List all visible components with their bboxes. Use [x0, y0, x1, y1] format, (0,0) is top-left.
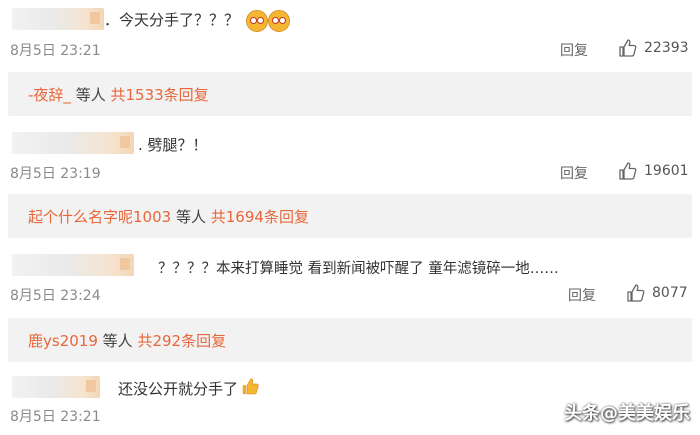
- thumbs-up-emoji-icon: [242, 378, 259, 395]
- reply-username[interactable]: 起个什么名字呢1003: [28, 208, 171, 226]
- comment-text: 还没公开就分手了: [118, 380, 239, 398]
- replies-summary[interactable]: 鹿ys2019 等人 共292条回复: [8, 318, 692, 362]
- like-button[interactable]: 19601: [618, 161, 689, 181]
- thumbs-up-icon: [619, 39, 637, 57]
- cat-face-emoji-icon: [268, 10, 290, 32]
- cat-face-emoji-icon: [246, 10, 268, 32]
- replies-summary[interactable]: 起个什么名字呢1003 等人 共1694条回复: [8, 194, 692, 238]
- comment-3: ？？？？本来打算睡觉 看到新闻被吓醒了 童年滤镜碎一地…… 8月5日 23:24…: [0, 242, 700, 362]
- reply-count[interactable]: 共292条回复: [137, 332, 226, 350]
- comment-1: ．今天分手了？？？ 8月5日 23:21 回复 22393 -夜辞_ 等人 共1…: [0, 0, 700, 116]
- reply-button[interactable]: 回复: [560, 40, 588, 60]
- comment-date: 8月5日 23:21: [10, 43, 101, 59]
- blurred-username: [12, 376, 100, 398]
- thumbs-up-icon: [619, 162, 637, 180]
- blurred-username: [12, 254, 134, 276]
- reply-button[interactable]: 回复: [568, 285, 596, 305]
- blurred-username: [12, 8, 104, 30]
- comment-date: 8月5日 23:24: [10, 288, 101, 304]
- like-count: 19601: [644, 163, 689, 179]
- comment-text: ？？？？本来打算睡觉 看到新闻被吓醒了 童年滤镜碎一地……: [158, 261, 559, 277]
- comment-date: 8月5日 23:19: [10, 166, 101, 182]
- comment-text: ．今天分手了？？？: [104, 11, 240, 29]
- comment-2: . 劈腿？！ 8月5日 23:19 回复 19601 起个什么名字呢1003 等…: [0, 120, 700, 238]
- reply-count[interactable]: 共1533条回复: [111, 86, 209, 104]
- like-count: 8077: [652, 285, 688, 301]
- comment-text: . 劈腿？！: [138, 136, 208, 154]
- like-button[interactable]: 22393: [618, 38, 689, 58]
- reply-mid-text: 等人: [175, 208, 206, 226]
- thumbs-up-icon: [627, 284, 645, 302]
- reply-count[interactable]: 共1694条回复: [211, 208, 309, 226]
- blurred-username: [12, 132, 134, 154]
- like-count: 22393: [644, 40, 689, 56]
- reply-mid-text: 等人: [102, 332, 133, 350]
- comment-date: 8月5日 23:21: [10, 409, 101, 425]
- like-button[interactable]: 8077: [626, 283, 688, 303]
- reply-button[interactable]: 回复: [560, 163, 588, 183]
- replies-summary[interactable]: -夜辞_ 等人 共1533条回复: [8, 72, 692, 116]
- watermark: 头条@美美娱乐: [564, 403, 690, 424]
- reply-username[interactable]: 鹿ys2019: [28, 332, 98, 350]
- reply-username[interactable]: -夜辞_: [28, 86, 71, 104]
- reply-mid-text: 等人: [75, 86, 106, 104]
